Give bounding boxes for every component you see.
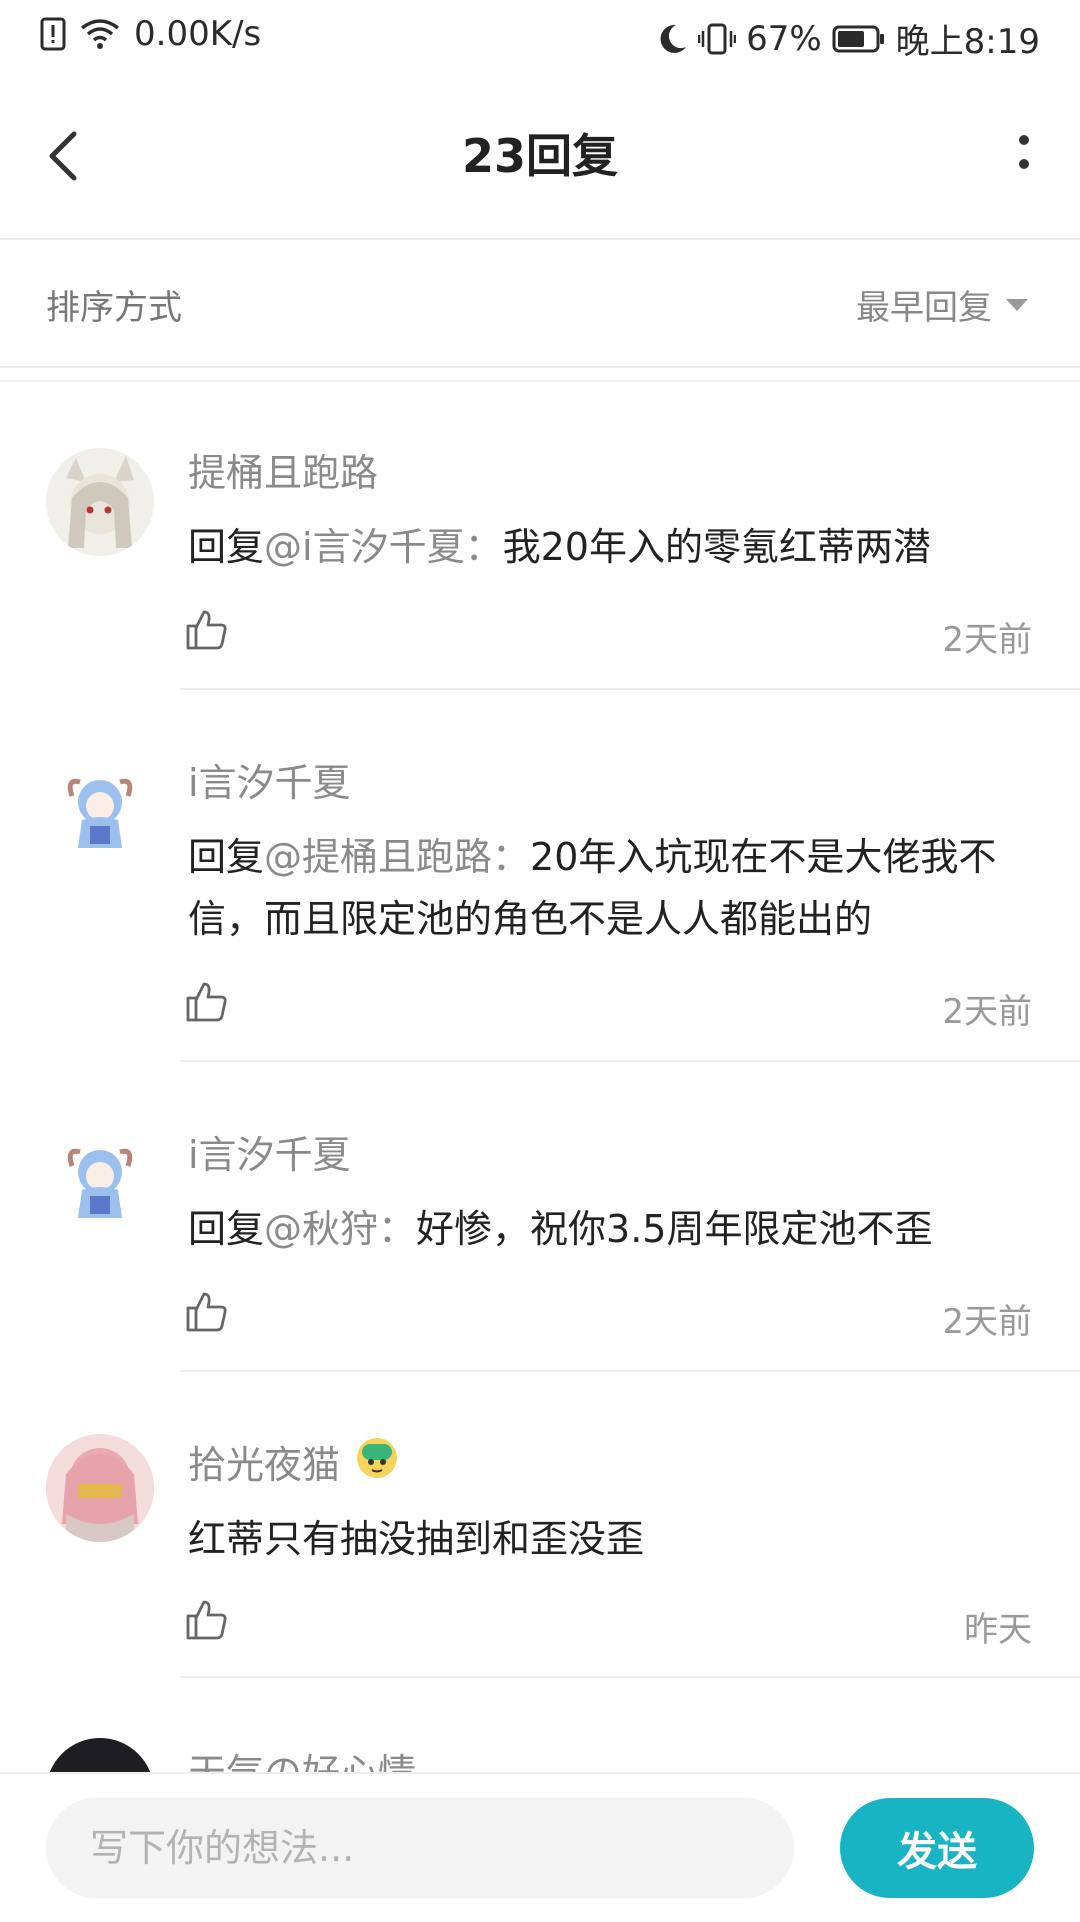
comment-text: 回复@提桶且跑路：20年入坑现在不是大佬我不信，而且限定池的角色不是人人都能出的 [188,835,997,941]
moon-icon [658,23,688,55]
reply-input[interactable] [46,1798,794,1898]
comment-time: 2天前 [942,1302,1032,1342]
nav-bar: 23回复 [0,76,1080,238]
more-icon[interactable] [1014,128,1034,178]
net-speed: 0.00K/s [134,14,262,54]
item-divider [180,1370,1080,1372]
battery-percent: 67% [746,18,822,59]
avatar[interactable] [46,1434,154,1542]
reply-bar: 发送 [0,1772,1080,1922]
thumbs-up-icon[interactable] [184,608,228,652]
mention-link[interactable]: @提桶且跑路 [264,835,492,879]
comment-author[interactable]: i言汐千夏 [188,1124,351,1179]
comment-author[interactable]: 拾光夜猫 [188,1434,400,1489]
comment-time: 昨天 [964,1610,1032,1650]
battery-icon [832,24,886,54]
sort-bar: 排序方式 最早回复 [0,240,1080,366]
avatar[interactable] [46,756,154,864]
comment-text: 回复@秋狩：好惨，祝你3.5周年限定池不歪 [188,1207,933,1251]
send-button[interactable]: 发送 [840,1798,1034,1898]
comment-author[interactable]: 提桶且跑路 [188,442,378,497]
item-divider [180,688,1080,690]
sort-label: 排序方式 [46,288,182,328]
badge-icon [354,1434,400,1489]
list-top-line [0,380,1080,382]
comment-author[interactable]: i言汐千夏 [188,752,351,807]
vibrate-icon [698,22,737,56]
clock: 晚上8:19 [895,22,1040,62]
comment-time: 2天前 [942,620,1032,660]
thumbs-up-icon[interactable] [184,980,228,1024]
page-title: 23回复 [461,129,618,183]
comment-time: 2天前 [942,992,1032,1032]
thumbs-up-icon[interactable] [184,1290,228,1334]
alert-icon [40,17,66,51]
mention-link[interactable]: @秋狩 [264,1207,378,1251]
mention-link[interactable]: @i言汐千夏 [264,525,465,569]
sort-dropdown[interactable]: 最早回复 [856,280,1028,329]
wifi-icon [80,18,120,50]
sort-value: 最早回复 [856,288,992,328]
status-bar: 0.00K/s 67% 晚上8:19 [0,0,1080,76]
sort-divider [0,366,1080,368]
avatar[interactable] [46,1126,154,1234]
item-divider [180,1676,1080,1678]
caret-down-icon [1006,298,1028,311]
comment-text: 红蒂只有抽没抽到和歪没歪 [188,1517,645,1561]
avatar[interactable] [46,448,154,556]
item-divider [180,1060,1080,1062]
thumbs-up-icon[interactable] [184,1598,228,1642]
comment-text: 回复@i言汐千夏：我20年入的零氪红蒂两潜 [188,525,931,569]
